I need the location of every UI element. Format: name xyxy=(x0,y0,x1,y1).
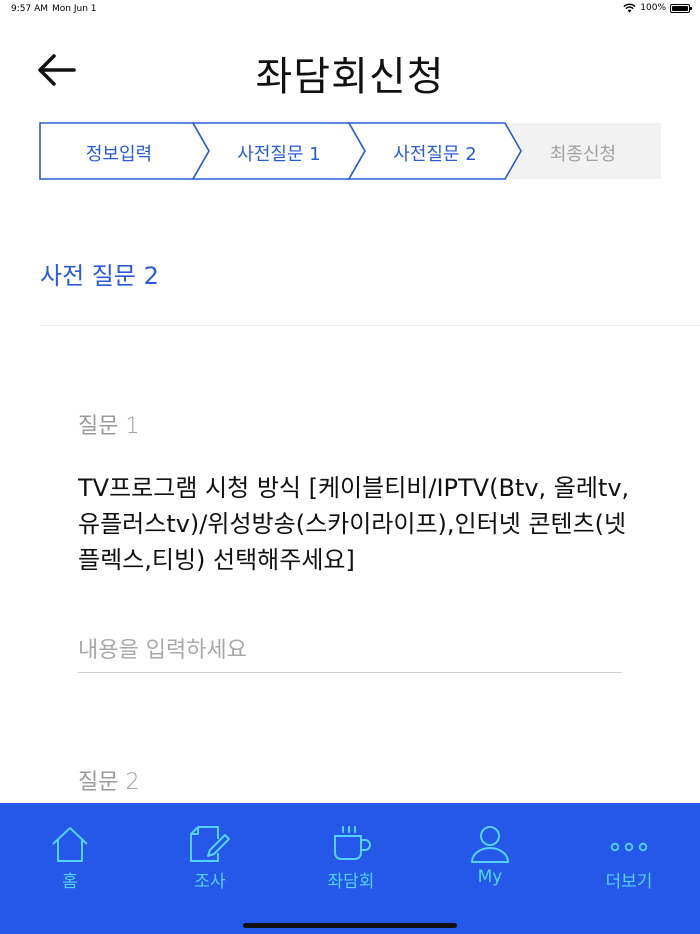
status-bar: 9:57 AM Mon Jun 1 100% xyxy=(0,0,700,18)
step-final-submit: 최종신청 xyxy=(549,144,617,165)
question-2-label: 질문 2 xyxy=(78,770,140,795)
tab-forum[interactable]: 좌담회 xyxy=(301,825,401,905)
tab-more[interactable]: 더보기 xyxy=(579,825,679,905)
bottom-tab-bar: 홈 조사 좌담회 My 더보기 xyxy=(0,803,700,934)
more-dots-icon xyxy=(610,842,648,852)
question-1-text: TV프로그램 시청 방식 [케이블티비/IPTV(Btv, 올레tv, 유플러스… xyxy=(78,474,630,574)
status-time: 9:57 AM xyxy=(11,4,48,14)
battery-icon xyxy=(670,3,692,13)
status-date: Mon Jun 1 xyxy=(52,4,97,14)
tab-survey-label: 조사 xyxy=(194,872,226,892)
progress-stepper: 정보입력 사전질문 1 사전질문 2 최종신청 xyxy=(39,122,661,180)
survey-edit-icon xyxy=(190,826,230,862)
page-title: 좌담회신청 xyxy=(255,54,445,100)
status-right: 100% xyxy=(623,3,692,13)
section-title: 사전 질문 2 xyxy=(40,262,159,290)
question-1-answer-input[interactable] xyxy=(78,628,622,673)
step-pre-question-2[interactable]: 사전질문 2 xyxy=(355,140,515,166)
question-1-label: 질문 1 xyxy=(78,414,140,439)
tab-forum-label: 좌담회 xyxy=(327,872,375,892)
header: 좌담회신청 xyxy=(0,38,700,102)
tab-survey[interactable]: 조사 xyxy=(160,825,260,905)
coffee-cup-icon xyxy=(334,826,371,860)
home-indicator xyxy=(243,923,457,928)
section-divider xyxy=(40,325,700,326)
home-icon xyxy=(52,827,88,862)
step-info-entry[interactable]: 정보입력 xyxy=(39,140,199,166)
tab-home[interactable]: 홈 xyxy=(20,825,120,905)
tab-more-label: 더보기 xyxy=(605,872,653,892)
tab-my[interactable]: My xyxy=(440,825,540,905)
step-pre-question-1[interactable]: 사전질문 1 xyxy=(199,140,359,166)
user-icon xyxy=(471,826,509,863)
tab-my-label: My xyxy=(477,867,503,887)
tab-home-label: 홈 xyxy=(62,872,78,892)
battery-percent: 100% xyxy=(640,3,666,13)
wifi-icon xyxy=(623,3,636,13)
